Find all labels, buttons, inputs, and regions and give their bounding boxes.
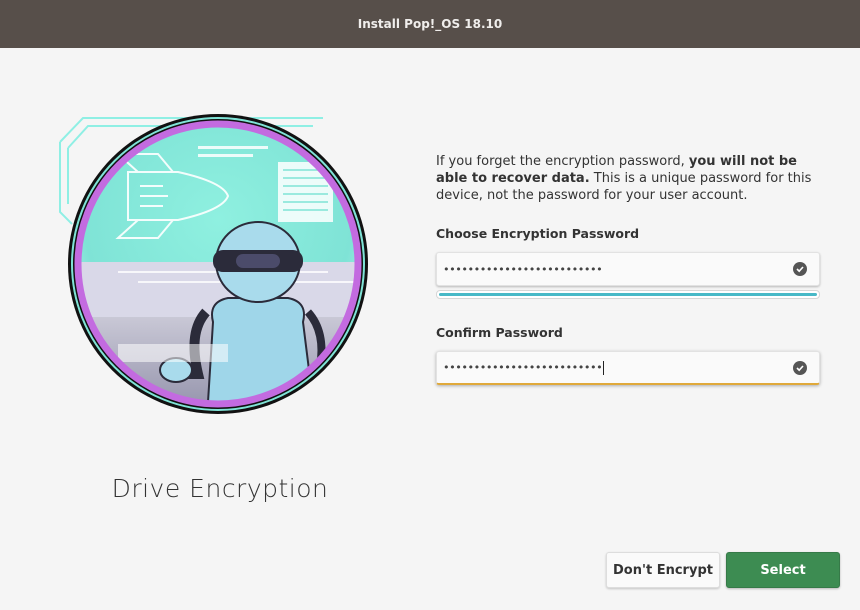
password-strength-fill xyxy=(439,293,817,296)
dont-encrypt-button[interactable]: Don't Encrypt xyxy=(606,552,720,588)
select-button[interactable]: Select xyxy=(726,552,840,588)
page-title: Drive Encryption xyxy=(111,474,329,503)
confirm-password-label: Confirm Password xyxy=(436,325,563,340)
password-strength-bar xyxy=(436,290,820,299)
check-circle-icon xyxy=(793,262,807,276)
encryption-password-field[interactable]: •••••••••••••••••••••••••• xyxy=(436,252,820,286)
confirm-password-value: •••••••••••••••••••••••••• xyxy=(437,360,793,375)
check-circle-icon xyxy=(793,360,807,375)
text-caret xyxy=(603,360,605,375)
window-titlebar: Install Pop!_OS 18.10 xyxy=(0,0,860,48)
confirm-password-text: •••••••••••••••••••••••••• xyxy=(443,360,603,374)
encryption-password-label: Choose Encryption Password xyxy=(436,226,640,241)
robot-illustration xyxy=(59,114,368,414)
encryption-warning-text: If you forget the encryption password, y… xyxy=(436,153,826,204)
encryption-password-value: •••••••••••••••••••••••••• xyxy=(443,262,603,276)
window-title: Install Pop!_OS 18.10 xyxy=(357,17,503,31)
confirm-password-field[interactable]: •••••••••••••••••••••••••• xyxy=(436,351,820,385)
warning-text-part: If you forget the encryption password, xyxy=(436,154,689,169)
